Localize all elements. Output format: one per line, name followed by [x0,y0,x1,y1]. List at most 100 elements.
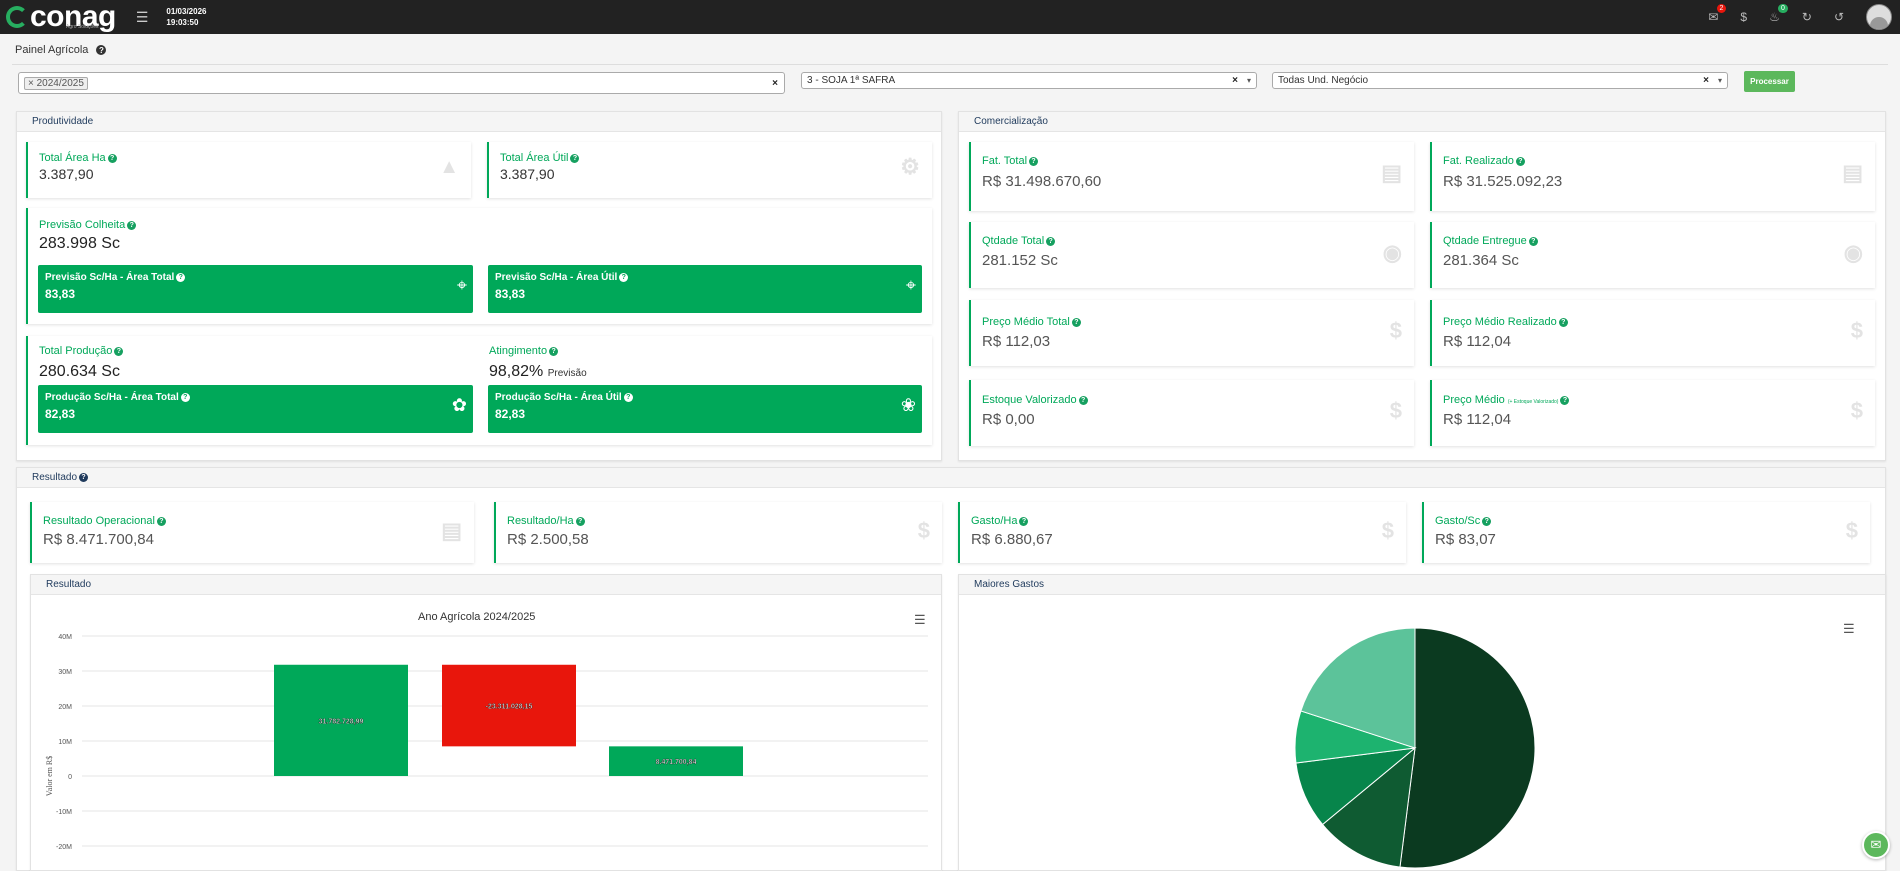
help-icon[interactable]: ? [1078,395,1088,405]
preco-medio-card: Preço Médio (+ Estoque Valorizado)? R$ 1… [1430,380,1875,446]
card-label: Resultado Operacional? [43,515,166,527]
help-icon[interactable]: ? [107,153,117,163]
clear-icon[interactable]: × [1703,75,1709,86]
chart-title: Ano Agrícola 2024/2025 [418,611,536,623]
crosshair-icon: ⌖ [456,275,467,295]
help-icon[interactable]: ? [176,272,186,282]
ating-note: Previsão [547,368,587,379]
help-icon[interactable]: ? [127,220,137,230]
logo-mark-icon [6,6,28,28]
fat-realizado-card: Fat. Realizado? R$ 31.525.092,23 ▤ [1430,142,1875,211]
process-button[interactable]: Processar [1744,71,1795,92]
resultado-ha-card: Resultado/Ha? R$ 2.500,58 $ [494,502,942,563]
hamburger-menu-icon[interactable]: ☰ [136,9,149,26]
card-label: Total Área Ha? [39,152,117,164]
card-label: Qtdade Entregue? [1443,235,1538,247]
panel-header: Resultado? [17,468,1885,488]
help-icon[interactable]: ? [1046,236,1056,246]
y-tick-label: -20M [56,844,72,851]
card-label: Atingimento? [489,345,559,357]
logo[interactable]: conag [6,2,116,32]
help-icon[interactable]: ? [619,272,629,282]
card-value: R$ 2.500,58 [507,531,589,548]
card-value: 281.152 Sc [982,252,1058,269]
help-icon[interactable]: ? [1071,317,1081,327]
producao-area-total-box: Produção Sc/Ha - Área Total? 82,83 ✿ [38,385,473,433]
resultado-operacional-card: Resultado Operacional? R$ 8.471.700,84 ▤ [30,502,474,563]
help-icon[interactable]: ? [570,153,580,163]
card-label: Qtdade Total? [982,235,1056,247]
card-value: R$ 31.525.092,23 [1443,173,1563,190]
mail-badge: 2 [1716,4,1727,13]
bell-icon[interactable]: ♨ 0 [1769,4,1788,24]
card-value: R$ 112,04 [1443,411,1512,428]
card-value: R$ 0,00 [982,411,1035,428]
help-icon[interactable]: ? [1528,236,1538,246]
unidade-select[interactable]: Todas Und. Negócio × ▾ [1272,72,1728,89]
tree-icon: ▲ [439,156,459,178]
card-value: 283.998 Sc [39,235,120,252]
help-icon[interactable]: ? [549,346,559,356]
current-date: 01/03/2026 [166,7,207,16]
cultura-select[interactable]: 3 - SOJA 1ª SAFRA × ▾ [801,72,1257,89]
chevron-down-icon[interactable]: ▾ [1718,76,1722,85]
help-icon[interactable]: ? [1029,156,1039,166]
unidade-value: Todas Und. Negócio [1278,75,1369,86]
chat-mail-button[interactable]: ✉ [1862,831,1890,859]
safra-multiselect[interactable]: × 2024/2025 × [18,72,785,94]
bar-data-label: -23.311.028,15 [486,704,533,711]
dollar-icon: $ [917,518,930,543]
bar-data-label: 8.471.700,84 [656,759,697,766]
help-icon[interactable]: ? [623,392,633,402]
help-icon[interactable]: ? [96,45,107,55]
clear-icon[interactable]: × [772,78,778,89]
previsao-area-util-box: Previsão Sc/Ha - Área Útil? 83,83 ⌖ [488,265,922,313]
history-icon[interactable]: ↺ [1834,10,1844,24]
safra-tag[interactable]: × 2024/2025 [24,76,88,90]
tag-remove-icon[interactable]: × [28,78,37,89]
card-value: R$ 112,03 [982,333,1051,350]
user-avatar[interactable] [1866,4,1892,30]
card-label: Fat. Realizado? [1443,155,1525,167]
y-tick-label: 0 [68,774,72,781]
money-icon: ▤ [1842,160,1863,185]
panel-header: Resultado [31,575,941,595]
dollar-icon: $ [1850,318,1863,343]
panel-header: Comercialização [959,112,1885,132]
card-value: R$ 6.880,67 [971,531,1053,548]
mail-icon[interactable]: ✉ 2 [1708,4,1727,24]
help-icon[interactable]: ? [156,516,166,526]
pm-note: (+ Estoque Valorizado) [1507,399,1559,405]
y-tick-label: 30M [58,669,72,676]
help-icon[interactable]: ? [1515,156,1525,166]
tractor-icon: ⚙ [900,154,920,179]
chevron-down-icon[interactable]: ▾ [1247,76,1251,85]
help-icon[interactable]: ? [1482,516,1492,526]
help-icon[interactable]: ? [1019,516,1029,526]
help-icon[interactable]: ? [1558,317,1568,327]
help-icon[interactable]: ? [79,473,89,482]
chart-menu-icon[interactable]: ☰ [914,612,926,628]
area-util-card: Total Área Útil? 3.387,90 ⚙ [487,142,932,198]
help-icon[interactable]: ? [575,516,585,526]
help-icon[interactable]: ? [1560,395,1570,405]
divider [12,64,1888,65]
card-label: Preço Médio Realizado? [1443,316,1568,328]
datetime: 01/03/2026 19:03:50 [166,6,206,28]
help-icon[interactable]: ? [180,392,190,402]
clear-icon[interactable]: × [1232,75,1238,86]
box-label: Previsão Sc/Ha - Área Útil? [495,272,629,283]
page-title: Painel Agrícola ? [15,44,107,56]
dollar-icon: $ [1850,398,1863,423]
refresh-icon[interactable]: ↻ [1802,10,1812,24]
current-time: 19:03:50 [166,18,199,27]
dollar-icon: $ [1845,518,1858,543]
help-icon[interactable]: ? [114,346,124,356]
dollar-icon[interactable]: $ [1740,10,1747,24]
seedling-icon: ❀ [900,395,916,415]
cultura-value: 3 - SOJA 1ª SAFRA [807,75,896,86]
card-value: R$ 112,04 [1443,333,1512,350]
pie-slice[interactable] [1399,627,1536,869]
qtd-entregue-card: Qtdade Entregue? 281.364 Sc ◉ [1430,222,1875,288]
dollar-icon: $ [1381,518,1394,543]
